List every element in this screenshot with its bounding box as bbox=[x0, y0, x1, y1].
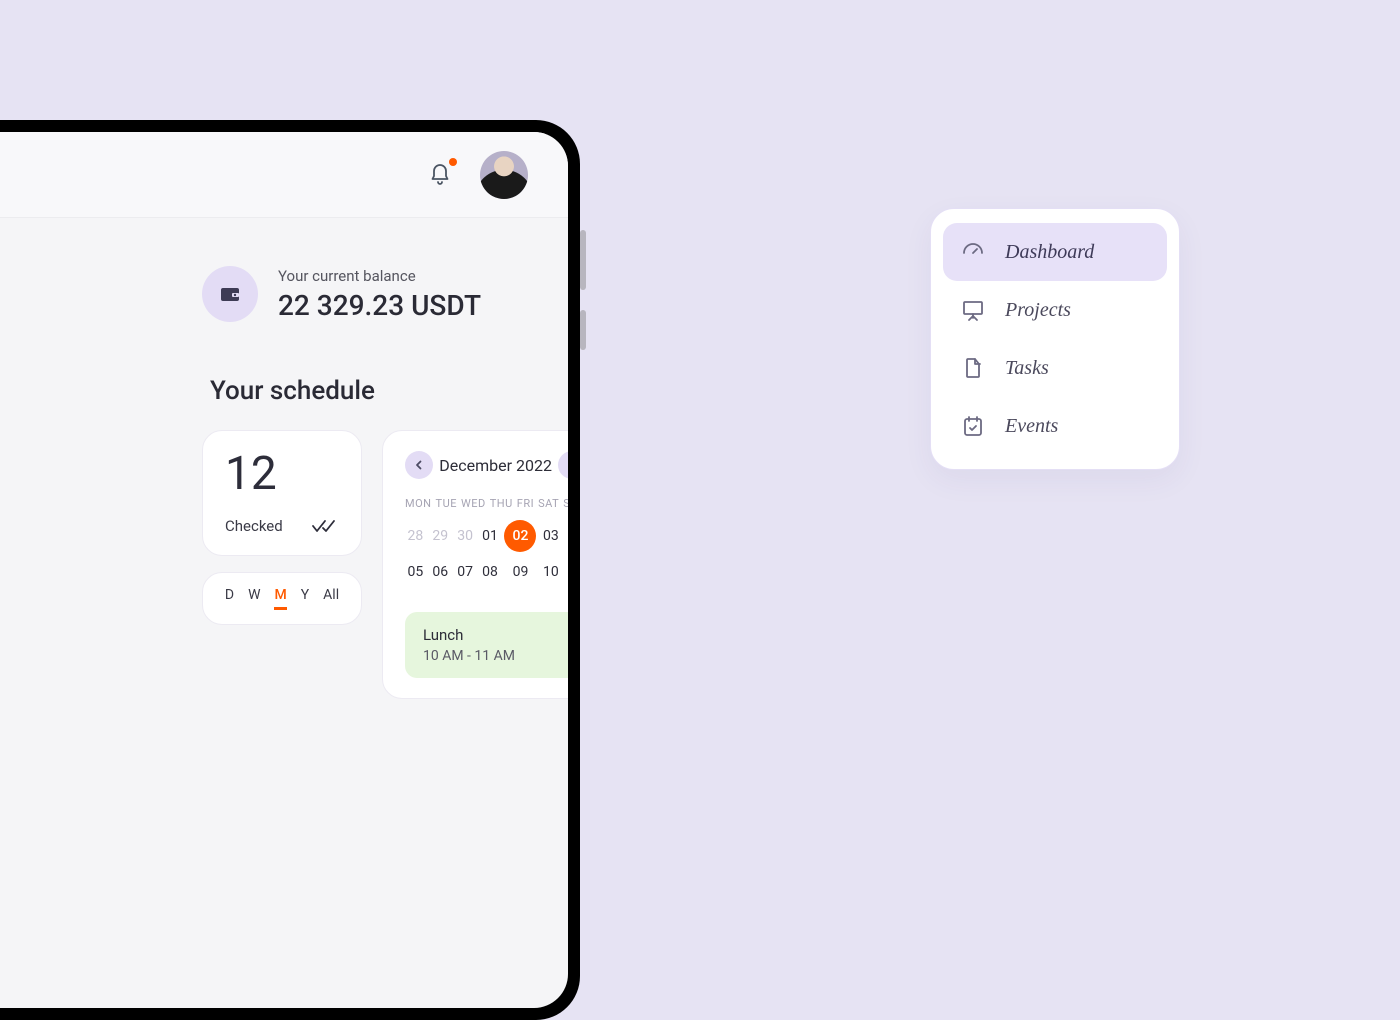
calendar-day[interactable]: 06 bbox=[430, 556, 451, 588]
calendar-prev-button[interactable] bbox=[405, 451, 433, 479]
calendar-weekday: WED bbox=[461, 497, 486, 510]
nav-item-label: Dashboard bbox=[1005, 241, 1094, 264]
calendar-check-icon bbox=[961, 413, 987, 439]
calendar-day[interactable]: 02 bbox=[504, 520, 536, 552]
schedule-title: Your schedule bbox=[210, 376, 518, 406]
calendar-day[interactable]: 29 bbox=[430, 520, 451, 552]
balance-amount: 22 329.23 USDT bbox=[278, 289, 481, 322]
avatar-image bbox=[480, 151, 528, 199]
topbar bbox=[0, 132, 568, 218]
device-button bbox=[580, 230, 586, 290]
calendar-day[interactable]: 30 bbox=[455, 520, 476, 552]
tablet-frame: Your current balance 22 329.23 USDT Your… bbox=[0, 120, 580, 1020]
calendar-month-label: December 2022 bbox=[439, 456, 552, 475]
event-title: Lunch bbox=[423, 626, 568, 644]
calendar-day[interactable]: 05 bbox=[405, 556, 426, 588]
period-selector: DWMY All bbox=[202, 572, 362, 625]
calendar-weekday: TUE bbox=[436, 497, 457, 510]
stat-value: 12 bbox=[225, 451, 339, 497]
period-option[interactable]: M bbox=[274, 587, 286, 610]
nav-item-dashboard[interactable]: Dashboard bbox=[943, 223, 1167, 281]
wallet-icon bbox=[202, 266, 258, 322]
nav-item-label: Projects bbox=[1005, 299, 1071, 322]
chevron-right-icon bbox=[567, 460, 568, 470]
calendar-day[interactable]: 11 bbox=[565, 556, 568, 588]
calendar-weekday: THU bbox=[490, 497, 513, 510]
calendar-weekday: SUN bbox=[563, 497, 568, 510]
calendar-day[interactable]: 10 bbox=[540, 556, 561, 588]
file-icon bbox=[961, 355, 987, 381]
nav-item-events[interactable]: Events bbox=[943, 397, 1167, 455]
balance-label: Your current balance bbox=[278, 267, 481, 285]
calendar-weekday: MON bbox=[405, 497, 432, 510]
calendar-weekdays: MON TUE WED THU FRI SAT SUN bbox=[405, 497, 568, 510]
event-chip[interactable]: Lunch 10 AM - 11 AM bbox=[405, 612, 568, 678]
double-check-icon bbox=[311, 518, 339, 534]
calendar-day[interactable]: 03 bbox=[540, 520, 561, 552]
nav-item-projects[interactable]: Projects bbox=[943, 281, 1167, 339]
nav-card: Dashboard Projects Tasks Events bbox=[930, 208, 1180, 470]
calendar-weekday: SAT bbox=[538, 497, 559, 510]
chevron-left-icon bbox=[414, 460, 424, 470]
presentation-icon bbox=[961, 297, 987, 323]
gauge-icon bbox=[961, 239, 987, 265]
period-option[interactable]: W bbox=[248, 587, 260, 610]
event-time: 10 AM - 11 AM bbox=[423, 648, 568, 664]
stat-label: Checked bbox=[225, 517, 283, 535]
avatar[interactable] bbox=[480, 151, 528, 199]
calendar-day[interactable]: 08 bbox=[480, 556, 501, 588]
calendar-grid: 28293001020304 05060708091011 bbox=[405, 520, 568, 588]
nav-item-tasks[interactable]: Tasks bbox=[943, 339, 1167, 397]
notifications-button[interactable] bbox=[426, 161, 454, 189]
notification-badge bbox=[449, 158, 457, 166]
calendar-day[interactable]: 07 bbox=[455, 556, 476, 588]
screen: Your current balance 22 329.23 USDT Your… bbox=[0, 132, 568, 1008]
main-content: Your current balance 22 329.23 USDT Your… bbox=[0, 218, 568, 699]
calendar-day[interactable]: 28 bbox=[405, 520, 426, 552]
nav-item-label: Tasks bbox=[1005, 357, 1049, 380]
calendar-day[interactable]: 09 bbox=[504, 556, 536, 588]
nav-item-label: Events bbox=[1005, 415, 1058, 438]
calendar-weekday: FRI bbox=[517, 497, 534, 510]
balance-section: Your current balance 22 329.23 USDT bbox=[202, 266, 518, 322]
calendar-day[interactable]: 01 bbox=[480, 520, 501, 552]
calendar-day[interactable]: 04 bbox=[565, 520, 568, 552]
period-option[interactable]: Y bbox=[301, 587, 309, 610]
period-option[interactable]: All bbox=[323, 587, 339, 610]
calendar-next-button[interactable] bbox=[558, 451, 568, 479]
stat-card[interactable]: 12 Checked bbox=[202, 430, 362, 556]
bell-icon bbox=[428, 163, 452, 187]
calendar-card: December 2022 MON TUE WED THU FRI SAT SUN 2829… bbox=[382, 430, 568, 699]
device-button bbox=[580, 310, 586, 350]
period-option[interactable]: D bbox=[225, 587, 234, 610]
